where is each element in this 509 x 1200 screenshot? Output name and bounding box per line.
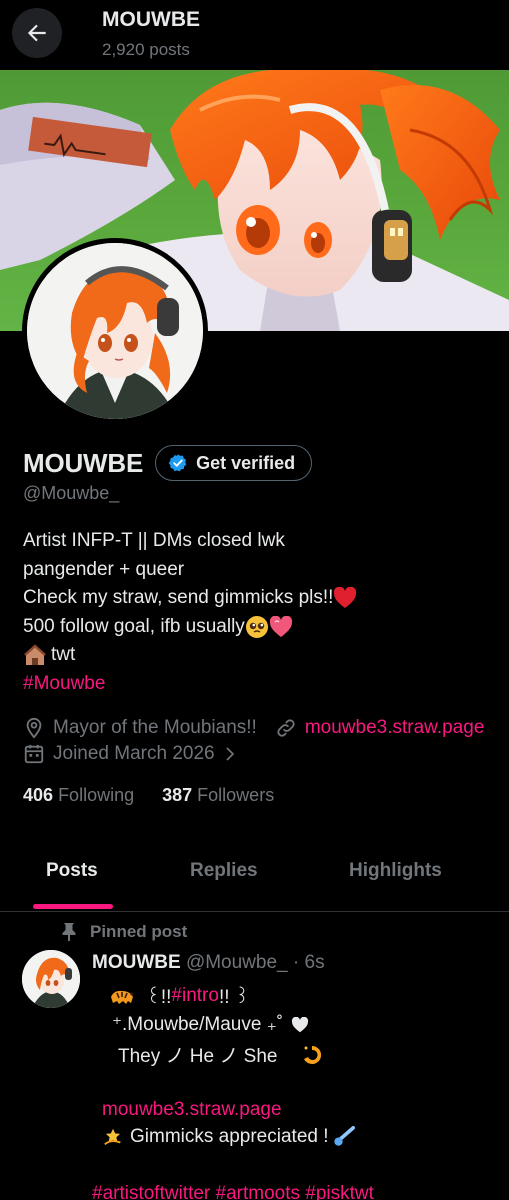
profile-handle: @Mouwbe_ xyxy=(23,483,120,503)
link-icon xyxy=(277,719,295,737)
get-verified-label: Get verified xyxy=(196,452,296,473)
pin-icon xyxy=(62,923,76,941)
post-line: ⁺.Mouwbe/Mauve ₊˚ xyxy=(112,1013,309,1036)
bio-line: 500 follow goal, ifb usually xyxy=(23,613,493,642)
intro-pre: ꒰!! xyxy=(146,987,172,1008)
intro-post: !! ꒱ xyxy=(218,987,250,1008)
location-icon xyxy=(26,717,42,739)
pinned-label: Pinned post xyxy=(90,922,188,941)
post-website-link[interactable]: mouwbe3.straw.page xyxy=(102,1099,282,1121)
get-verified-button[interactable]: Get verified xyxy=(155,445,313,481)
post-avatar-artwork xyxy=(22,950,80,1008)
active-tab-indicator xyxy=(33,904,113,909)
follow-stats: 406 Following 387 Followers xyxy=(23,785,274,806)
post-author-avatar[interactable] xyxy=(22,950,80,1008)
bio-line-text: twt xyxy=(51,644,76,666)
followers-link[interactable]: 387 Followers xyxy=(162,785,274,806)
followers-count: 387 xyxy=(162,785,193,805)
post-line-text: They ノ He ノ She xyxy=(118,1046,278,1067)
profile-joined: Joined March 2026 xyxy=(53,743,215,764)
bio-line: Artist INFP-T || DMs closed lwk xyxy=(23,530,285,551)
calendar-icon xyxy=(24,744,44,764)
post-time: · 6s xyxy=(292,952,325,973)
profile-bio: Artist INFP-T || DMs closed lwk pangende… xyxy=(23,527,493,699)
white-heart-icon xyxy=(292,1016,309,1032)
header-title: MOUWBE xyxy=(102,8,200,31)
avatar-artwork xyxy=(27,243,203,419)
post-line-text: Gimmicks appreciated ! xyxy=(130,1126,329,1147)
post-line: They ノ He ノ She xyxy=(118,1041,325,1068)
bio-line-text: 500 follow goal, ifb usually xyxy=(23,615,245,637)
post-line-text: ⁺.Mouwbe/Mauve ₊˚ xyxy=(112,1014,284,1035)
arrow-left-icon xyxy=(27,24,46,42)
bio-line: Check my straw, send gimmicks pls!! xyxy=(23,584,493,613)
post-author-handle[interactable]: @Mouwbe_ xyxy=(186,952,288,973)
name-row: MOUWBE Get verified xyxy=(23,445,313,481)
comet-icon xyxy=(333,1126,355,1146)
header-post-count: 2,920 posts xyxy=(102,40,190,59)
display-name: MOUWBE xyxy=(23,447,144,478)
tab-replies[interactable]: Replies xyxy=(190,860,258,882)
pinned-indicator: Pinned post xyxy=(60,922,187,942)
following-label: Following xyxy=(58,785,135,805)
back-button[interactable] xyxy=(12,8,62,58)
profile-website-link[interactable]: mouwbe3.straw.page xyxy=(305,717,485,739)
top-bar: MOUWBE 2,920 posts xyxy=(0,0,509,70)
pleading-face-icon xyxy=(245,616,268,639)
sparkle-swirl-icon xyxy=(304,1045,322,1064)
post-author-name[interactable]: MOUWBE xyxy=(92,952,181,973)
verified-badge-icon xyxy=(168,454,187,472)
dizzy-star-icon xyxy=(104,1128,121,1146)
followers-label: Followers xyxy=(197,785,275,805)
post-hashtags[interactable]: #artistoftwitter #artmoots #pisktwt xyxy=(92,1183,374,1200)
post-line: Gimmicks appreciated ! xyxy=(102,1126,355,1148)
profile-tabs: Posts Replies Highlights xyxy=(0,846,509,912)
profile-meta-row: Mayor of the Moubians!! mouwbe3.straw.pa… xyxy=(23,714,509,742)
post-line: ꒰!! #intro !! ꒱ xyxy=(108,983,250,1009)
red-heart-icon xyxy=(334,587,357,609)
house-icon xyxy=(24,643,46,665)
profile-avatar[interactable] xyxy=(22,238,208,424)
bio-line: pangender + queer xyxy=(23,558,185,580)
tab-posts[interactable]: Posts xyxy=(46,860,98,882)
tiger-icon xyxy=(111,990,134,1004)
bio-line: twt xyxy=(23,641,493,670)
post-header: MOUWBE @Mouwbe_ · 6s xyxy=(92,952,325,974)
chevron-right-icon xyxy=(226,747,234,761)
tab-highlights[interactable]: Highlights xyxy=(349,860,442,882)
following-count: 406 xyxy=(23,785,54,805)
bio-hashtag-link[interactable]: #Mouwbe xyxy=(23,670,493,699)
profile-joined-row[interactable]: Joined March 2026 xyxy=(23,740,239,768)
bio-line-text: Check my straw, send gimmicks pls!! xyxy=(23,587,334,609)
following-link[interactable]: 406 Following xyxy=(23,785,134,806)
profile-location: Mayor of the Moubians!! xyxy=(53,717,257,738)
pink-heart-icon xyxy=(269,616,292,638)
intro-hashtag-link[interactable]: #intro xyxy=(171,985,219,1007)
